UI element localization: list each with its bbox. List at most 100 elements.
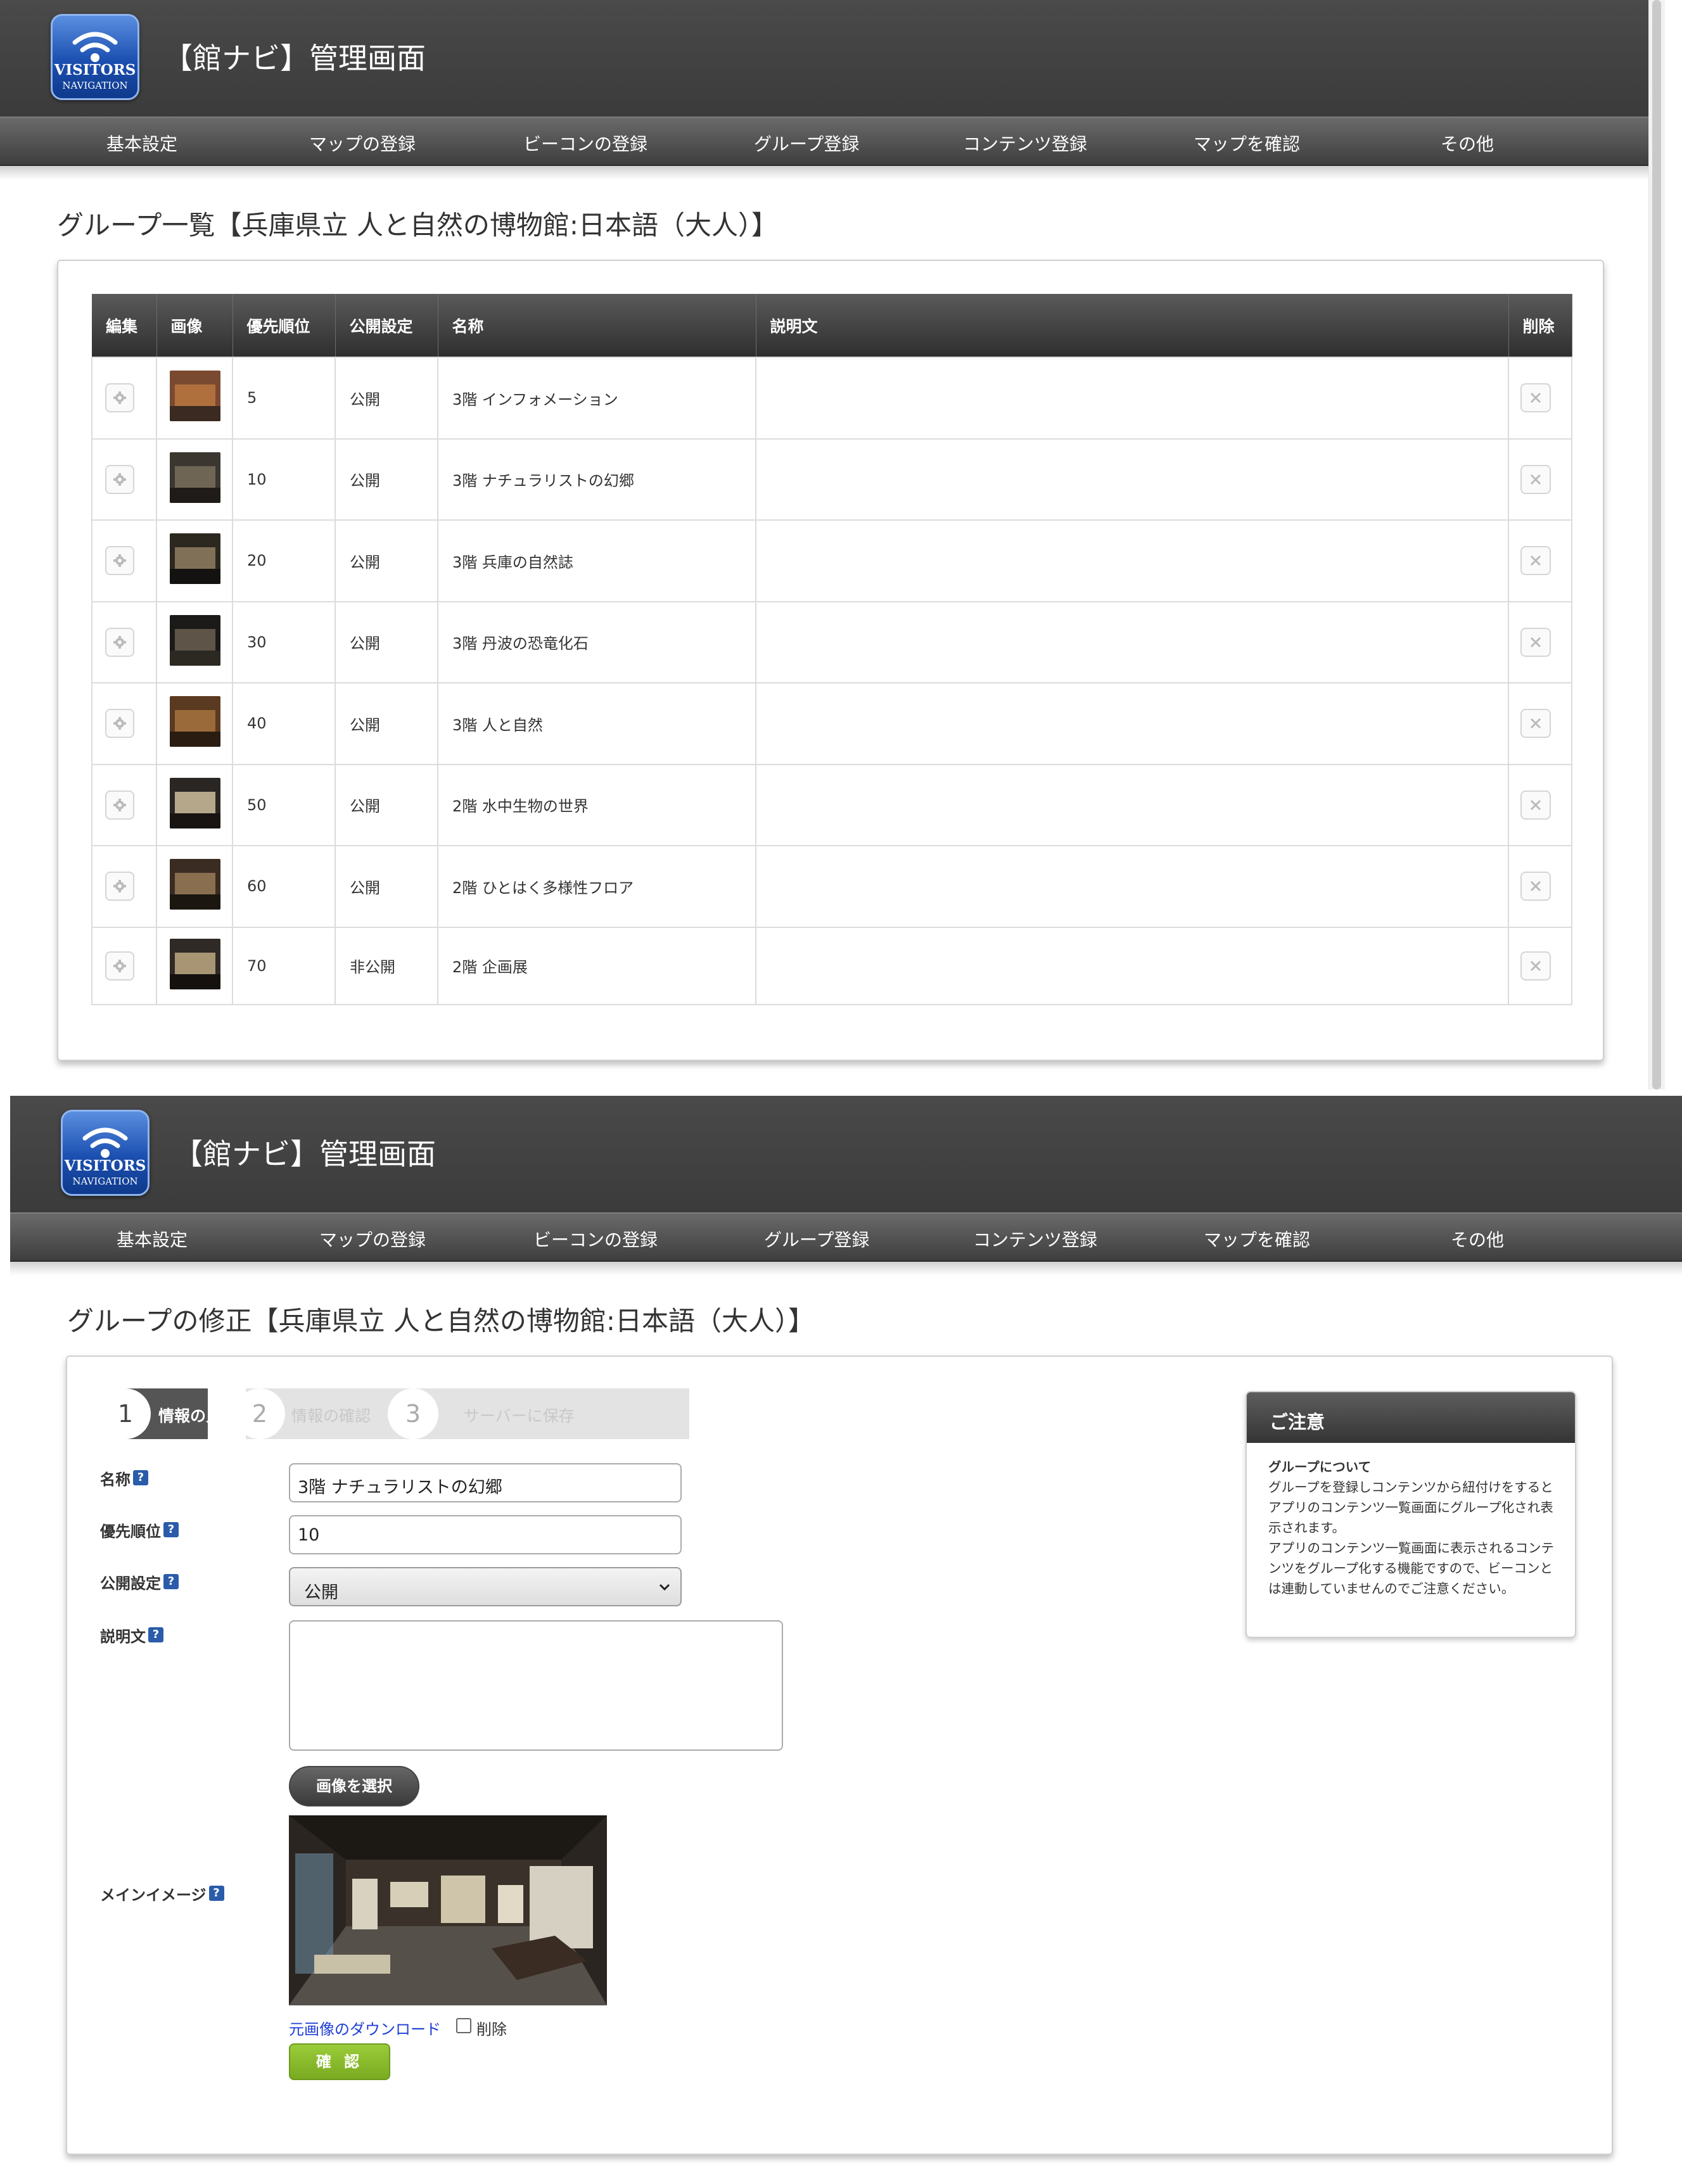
help-icon[interactable]: ? [148,1627,163,1642]
nav-item-other[interactable]: その他 [1441,130,1494,156]
name-cell: 2階 企画展 [437,926,756,1005]
delete-image-label: 削除 [476,2021,507,2038]
status-cell: 公開 [334,682,438,765]
name-label: 名称? [100,1467,148,1489]
select-image-button[interactable]: 画像を選択 [289,1766,419,1806]
gear-icon [113,391,126,405]
header-bar: VISITORS NAVIGATION 【館ナビ】管理画面 [0,0,1665,117]
table-row: 60 公開 2階 ひとはく多様性フロア [91,845,1572,928]
group-list-panel: 編集 画像 優先順位 公開設定 名称 説明文 削除 5 公開 3階 インフォメーショ… [57,260,1604,1061]
delete-button[interactable] [1520,546,1551,576]
name-label-text: 名称 [100,1471,131,1489]
group-thumbnail [170,696,220,747]
group-thumbnail [170,371,220,422]
table-header-row: 編集 画像 優先順位 公開設定 名称 説明文 削除 [92,294,1572,357]
app-logo[interactable]: VISITORS NAVIGATION [51,14,139,100]
delete-cell [1508,600,1572,683]
edit-button[interactable] [105,383,134,413]
close-icon [1530,799,1541,810]
delete-image-checkbox[interactable] [456,2018,471,2033]
group-list-screen: VISITORS NAVIGATION 【館ナビ】管理画面 基本設定 マップの登… [0,0,1665,1089]
nav-item-other[interactable]: その他 [1451,1226,1504,1252]
delete-cell [1508,926,1572,1005]
delete-cell [1508,845,1572,928]
main-image-label: メインイメージ? [100,1882,224,1905]
priority-input[interactable]: 10 [289,1515,682,1554]
delete-button[interactable] [1520,627,1551,657]
nav-item-content-register[interactable]: コンテンツ登録 [963,130,1087,156]
nav-item-group-register[interactable]: グループ登録 [754,130,859,156]
col-header-edit: 編集 [92,294,157,357]
edit-button[interactable] [105,464,134,494]
nav-item-content-register[interactable]: コンテンツ登録 [973,1226,1097,1252]
nav-item-beacon-register[interactable]: ビーコンの登録 [533,1226,658,1252]
scrollbar[interactable] [1648,0,1665,1089]
nav-item-map-check[interactable]: マップを確認 [1204,1226,1310,1252]
description-label-text: 説明文 [100,1628,146,1646]
delete-button[interactable] [1520,951,1551,981]
table-row: 30 公開 3階 丹波の恐竜化石 [91,600,1572,683]
delete-button[interactable] [1520,872,1551,901]
description-cell [755,438,1509,521]
name-input[interactable]: 3階 ナチュラリストの幻郷 [289,1463,682,1502]
priority-cell: 5 [232,357,336,440]
main-image-preview [289,1815,607,2005]
delete-button[interactable] [1520,790,1551,820]
nav-item-basic-settings[interactable]: 基本設定 [106,130,177,156]
name-cell: 3階 兵庫の自然誌 [437,519,756,602]
delete-button[interactable] [1520,709,1551,739]
group-thumbnail [170,938,220,989]
wifi-icon [82,1127,128,1158]
description-textarea[interactable] [289,1620,783,1751]
status-cell: 公開 [334,600,438,683]
delete-button[interactable] [1520,464,1551,494]
status-select[interactable]: 公開 [289,1567,682,1606]
help-icon[interactable]: ? [163,1574,179,1589]
close-icon [1530,474,1541,485]
step-1-number: 1 [100,1388,151,1439]
delete-cell [1508,357,1572,440]
edit-button[interactable] [105,546,134,576]
edit-cell [91,600,157,683]
table-row: 70 非公開 2階 企画展 [91,926,1572,1005]
delete-cell [1508,682,1572,765]
edit-button[interactable] [105,709,134,739]
description-cell [755,519,1509,602]
priority-cell: 70 [232,926,336,1005]
notice-text-2: アプリのコンテンツ一覧画面に表示されるコンテンツをグループ化する機能ですので、ビ… [1268,1540,1554,1596]
edit-button[interactable] [105,790,134,820]
delete-button[interactable] [1520,383,1551,413]
app-logo[interactable]: VISITORS NAVIGATION [61,1110,150,1196]
delete-cell [1508,438,1572,521]
col-header-name: 名称 [438,294,756,357]
nav-item-map-register[interactable]: マップの登録 [319,1226,426,1252]
app-title: 【館ナビ】管理画面 [174,1137,436,1171]
help-icon[interactable]: ? [208,1886,224,1901]
scrollbar-thumb[interactable] [1652,0,1661,1089]
name-cell: 2階 水中生物の世界 [437,763,756,846]
description-cell [755,763,1509,846]
logo-text-visitors: VISITORS [64,1157,146,1174]
edit-button[interactable] [105,951,134,981]
nav-item-beacon-register[interactable]: ビーコンの登録 [523,130,647,156]
header-bar: VISITORS NAVIGATION 【館ナビ】管理画面 [10,1096,1682,1212]
main-nav: 基本設定 マップの登録 ビーコンの登録 グループ登録 コンテンツ登録 マップを確… [0,117,1665,166]
delete-cell [1508,519,1572,602]
nav-item-map-check[interactable]: マップを確認 [1194,130,1300,156]
help-icon[interactable]: ? [133,1470,148,1485]
nav-item-map-register[interactable]: マップの登録 [309,130,416,156]
group-thumbnail [170,614,220,666]
close-icon [1530,393,1541,403]
group-table: 編集 画像 優先順位 公開設定 名称 説明文 削除 5 公開 3階 インフォメーショ… [91,294,1572,1005]
priority-cell: 30 [232,600,336,683]
nav-item-group-register[interactable]: グループ登録 [764,1226,869,1252]
edit-button[interactable] [105,627,134,657]
nav-item-basic-settings[interactable]: 基本設定 [117,1226,188,1252]
logo-text-visitors: VISITORS [54,61,136,79]
edit-cell [91,926,157,1005]
edit-button[interactable] [105,872,134,901]
download-original-link[interactable]: 元画像のダウンロード [289,2017,441,2039]
help-icon[interactable]: ? [163,1522,179,1537]
gear-icon [113,473,126,486]
confirm-button[interactable]: 確 認 [289,2043,390,2080]
